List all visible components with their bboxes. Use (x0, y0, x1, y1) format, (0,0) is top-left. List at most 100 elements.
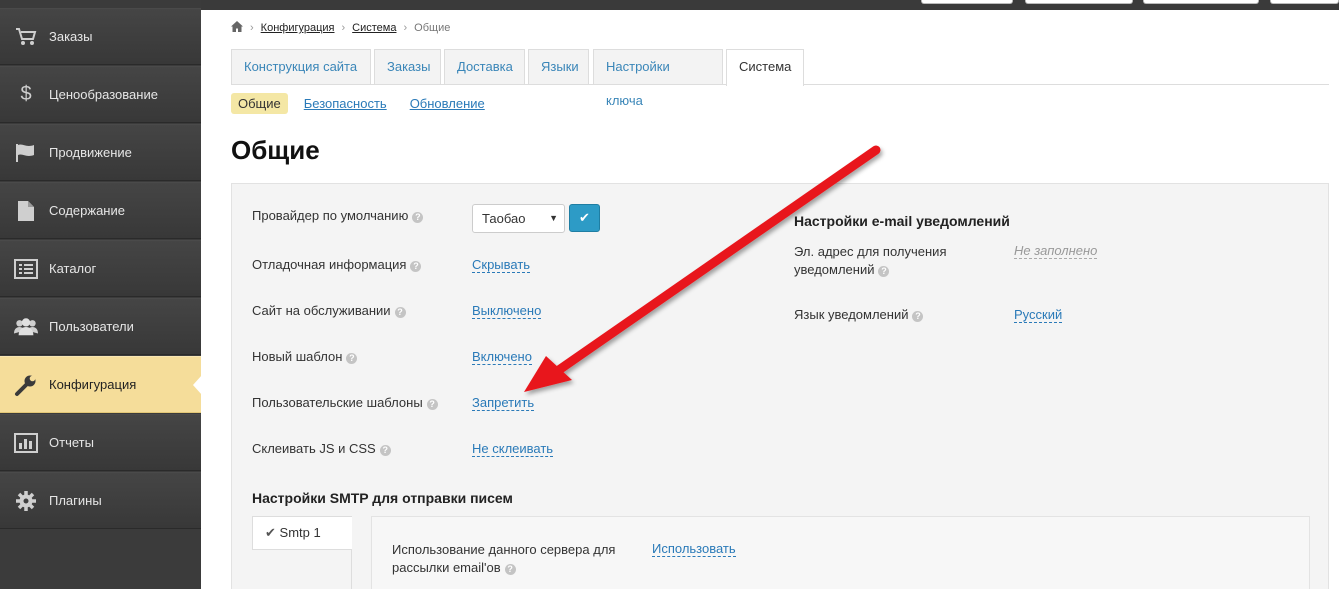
sidebar-item-orders[interactable]: Заказы (0, 8, 201, 65)
email-address-label-line1: Эл. адрес для получения (794, 244, 947, 259)
dropdown-arrow-icon: ▼ (549, 213, 558, 223)
sidebar-item-configuration[interactable]: Конфигурация (0, 356, 202, 413)
merge-js-css-label-text: Склеивать JS и CSS (252, 441, 376, 456)
wrench-icon (14, 373, 38, 397)
breadcrumb-configuration[interactable]: Конфигурация (261, 22, 335, 34)
smtp-tab-1[interactable]: ✔ Smtp 1 (252, 516, 352, 550)
smtp-use-label-line2: рассылки email'ов (392, 560, 501, 575)
sidebar-item-label: Продвижение (49, 145, 132, 160)
top-button[interactable] (1025, 0, 1133, 4)
maintenance-value-link[interactable]: Выключено (472, 303, 542, 319)
sidebar-item-label: Содержание (49, 203, 125, 218)
email-address-value-link[interactable]: Не заполнено (1014, 243, 1098, 259)
smtp-title: Настройки SMTP для отправки писем (252, 490, 513, 506)
notification-language-value-link[interactable]: Русский (1014, 307, 1063, 323)
notification-language-label-text: Язык уведомлений (794, 307, 909, 322)
maintenance-label-text: Сайт на обслуживании (252, 303, 391, 318)
provider-select[interactable]: Таобао ▼ (472, 204, 565, 233)
help-icon[interactable]: ? (394, 307, 406, 318)
new-template-label: Новый шаблон? (252, 349, 358, 364)
merge-js-css-value-link[interactable]: Не склеивать (472, 441, 554, 457)
merge-js-css-label: Склеивать JS и CSS? (252, 441, 391, 456)
notification-language-label: Язык уведомлений? (794, 307, 924, 322)
smtp-use-label-line1: Использование данного сервера для (392, 542, 616, 557)
debug-value-link[interactable]: Скрывать (472, 257, 531, 273)
sidebar-item-promotion[interactable]: Продвижение (0, 124, 201, 181)
provider-select-value: Таобао (482, 211, 526, 226)
sidebar-item-label: Ценообразование (49, 87, 158, 102)
tab-orders[interactable]: Заказы (374, 49, 441, 84)
help-icon[interactable]: ? (878, 266, 890, 277)
breadcrumb: › Конфигурация › Система › Общие (231, 21, 450, 35)
sidebar-item-catalog[interactable]: Каталог (0, 240, 201, 297)
help-icon[interactable]: ? (412, 212, 424, 223)
tab-key-settings[interactable]: Настройки ключа (593, 49, 723, 108)
help-icon[interactable]: ? (504, 564, 516, 575)
email-address-label-line2: уведомлений (794, 262, 875, 277)
new-template-value-link[interactable]: Включено (472, 349, 532, 365)
bar-chart-icon (14, 431, 38, 455)
help-icon[interactable]: ? (912, 311, 924, 322)
email-notifications-title: Настройки e-mail уведомлений (794, 213, 1010, 229)
tab-delivery[interactable]: Доставка (444, 49, 525, 84)
users-icon (14, 315, 38, 339)
sidebar-item-label: Конфигурация (49, 377, 137, 392)
settings-panel: Провайдер по умолчанию? Таобао ▼ ✔ Отлад… (231, 183, 1329, 589)
page-title: Общие (231, 135, 320, 165)
breadcrumb-separator: › (403, 22, 408, 34)
user-templates-label-text: Пользовательские шаблоны (252, 395, 423, 410)
smtp-use-label: Использование данного сервера для рассыл… (392, 541, 615, 577)
tab-system[interactable]: Система (726, 49, 804, 86)
sidebar-item-label: Плагины (49, 493, 102, 508)
sidebar-item-users[interactable]: Пользователи (0, 298, 201, 355)
breadcrumb-system[interactable]: Система (352, 22, 396, 34)
help-icon[interactable]: ? (379, 445, 391, 456)
sidebar-item-plugins[interactable]: Плагины (0, 472, 201, 529)
sidebar-item-reports[interactable]: Отчеты (0, 414, 201, 471)
sidebar-item-label: Пользователи (49, 319, 134, 334)
flag-icon (14, 141, 38, 165)
maintenance-label: Сайт на обслуживании? (252, 303, 406, 318)
subtabs: Общие Безопасность Обновление (231, 93, 508, 114)
home-icon[interactable] (231, 21, 243, 35)
sidebar: Заказы $ Ценообразование Продвижение Сод… (0, 0, 202, 589)
debug-label-text: Отладочная информация (252, 257, 407, 272)
tab-languages[interactable]: Языки (528, 49, 589, 84)
top-button[interactable] (1270, 0, 1339, 4)
sidebar-item-pricing[interactable]: $ Ценообразование (0, 66, 201, 123)
debug-label: Отладочная информация? (252, 257, 422, 272)
sidebar-item-content[interactable]: Содержание (0, 182, 201, 239)
sidebar-item-label: Каталог (49, 261, 97, 276)
top-button[interactable] (1143, 0, 1259, 4)
document-icon (14, 199, 38, 223)
tab-site-construction[interactable]: Конструкция сайта (231, 49, 371, 84)
user-templates-value-link[interactable]: Запретить (472, 395, 535, 411)
gear-icon (14, 489, 38, 513)
breadcrumb-separator: › (250, 22, 254, 34)
sidebar-item-label: Отчеты (49, 435, 94, 450)
user-templates-label: Пользовательские шаблоны? (252, 395, 438, 410)
check-icon: ✔ (579, 210, 590, 225)
help-icon[interactable]: ? (346, 353, 358, 364)
help-icon[interactable]: ? (426, 399, 438, 410)
dollar-icon: $ (20, 83, 32, 105)
cart-icon (14, 25, 38, 49)
help-icon[interactable]: ? (410, 261, 422, 272)
subtab-general[interactable]: Общие (231, 93, 288, 114)
provider-label-text: Провайдер по умолчанию (252, 208, 409, 223)
breadcrumb-separator: › (341, 22, 346, 34)
divider (351, 550, 352, 589)
top-button[interactable] (921, 0, 1013, 4)
main-tabs: Конструкция сайта Заказы Доставка Языки … (231, 49, 1329, 108)
subtab-update[interactable]: Обновление (410, 96, 485, 111)
new-template-label-text: Новый шаблон (252, 349, 343, 364)
provider-label: Провайдер по умолчанию? (252, 208, 424, 223)
smtp-settings-box: Использование данного сервера для рассыл… (371, 516, 1310, 589)
sidebar-item-label: Заказы (49, 29, 93, 44)
breadcrumb-current: Общие (414, 22, 451, 34)
smtp-use-value-link[interactable]: Использовать (652, 541, 736, 557)
check-icon: ✔ (265, 525, 276, 540)
subtab-security[interactable]: Безопасность (304, 96, 387, 111)
smtp-tab-label: Smtp 1 (279, 525, 321, 540)
confirm-button[interactable]: ✔ (569, 204, 600, 232)
